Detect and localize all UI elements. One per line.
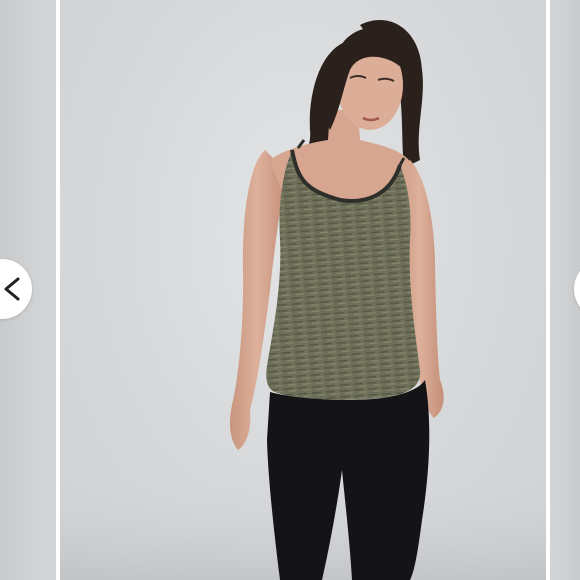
current-slide[interactable]	[60, 0, 546, 580]
chevron-left-icon	[4, 277, 20, 301]
product-photo	[60, 20, 546, 580]
image-carousel	[0, 0, 580, 580]
